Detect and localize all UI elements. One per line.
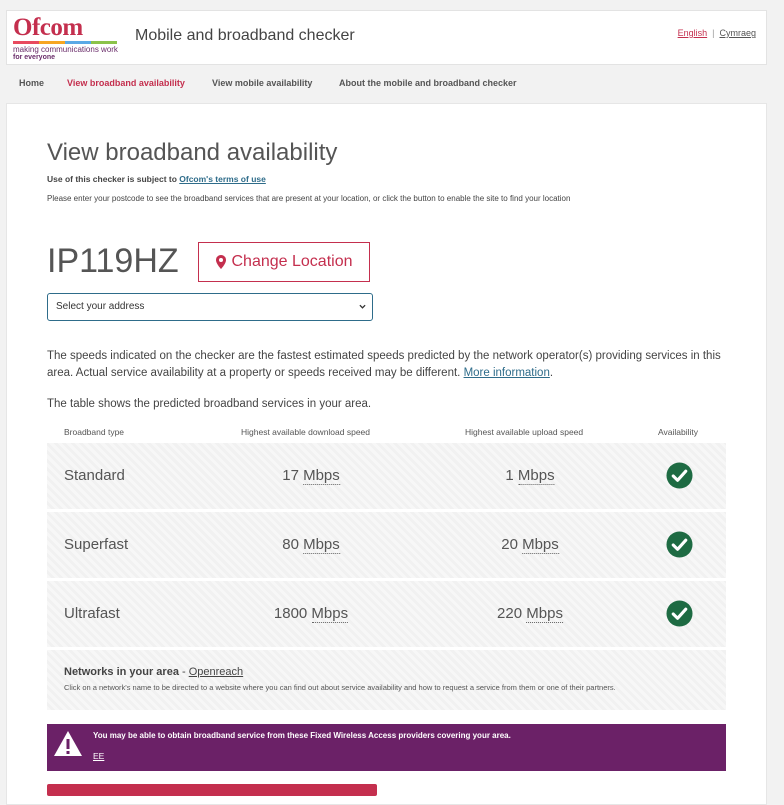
logo-tagline: making communications work (13, 45, 118, 54)
main-content: View broadband availability Use of this … (6, 103, 767, 805)
lang-english-link[interactable]: English (678, 28, 708, 38)
row-upload: 20 Mbps (501, 536, 559, 554)
row-download: 17 Mbps (282, 467, 340, 485)
check-circle-icon (666, 462, 693, 489)
app-title: Mobile and broadband checker (135, 27, 355, 44)
speeds-disclaimer-text: The speeds indicated on the checker are … (47, 350, 721, 379)
row-download: 80 Mbps (282, 536, 340, 554)
row-upload: 220 Mbps (497, 605, 563, 623)
table-row: Ultrafast 1800 Mbps 220 Mbps (47, 581, 726, 647)
address-select-value: Select your address (56, 301, 145, 312)
broadband-table: Broadband type Highest available downloa… (47, 421, 726, 710)
speed-unit[interactable]: Mbps (522, 536, 559, 554)
lang-welsh-link[interactable]: Cymraeg (719, 28, 756, 38)
logo-tagline-2: for everyone (13, 54, 56, 61)
check-circle-icon (666, 531, 693, 558)
nav-view-mobile[interactable]: View mobile availability (212, 78, 312, 88)
networks-dash: - (178, 666, 189, 678)
networks-heading: Networks in your area (64, 666, 179, 678)
map-marker-icon (215, 255, 226, 269)
nav-view-broadband[interactable]: View broadband availability (67, 78, 185, 88)
download-value: 80 (282, 536, 299, 553)
postcode-display: IP119HZ (47, 242, 179, 280)
fwa-message: You may be able to obtain broadband serv… (93, 731, 511, 740)
speed-unit[interactable]: Mbps (517, 467, 555, 485)
header-broadband-type: Broadband type (64, 427, 125, 437)
chevron-down-icon (359, 304, 366, 309)
row-upload: 1 Mbps (505, 467, 555, 485)
upload-value: 1 (505, 467, 514, 484)
nav-home[interactable]: Home (19, 78, 44, 88)
download-value: 17 (282, 467, 299, 484)
nav-about-checker[interactable]: About the mobile and broadband checker (339, 78, 517, 88)
logo-color-bar (13, 41, 117, 44)
ofcom-logo[interactable]: Ofcom making communications work for eve… (13, 14, 123, 61)
table-intro: The table shows the predicted broadband … (47, 398, 372, 410)
lang-separator: | (712, 28, 715, 38)
row-type: Standard (64, 467, 125, 484)
row-type: Ultrafast (64, 605, 120, 622)
networks-label: Networks in your area - Openreach (64, 666, 243, 678)
download-value: 1800 (273, 605, 308, 622)
table-row: Standard 17 Mbps 1 Mbps (47, 443, 726, 509)
row-type: Superfast (64, 536, 129, 553)
header-upload-speed: Highest available upload speed (465, 427, 584, 437)
change-location-button[interactable]: Change Location (198, 242, 370, 282)
terms-prefix: Use of this checker is subject to (47, 174, 180, 184)
site-header: Ofcom making communications work for eve… (6, 10, 767, 65)
change-location-label: Change Location (231, 253, 353, 270)
table-row: Superfast 80 Mbps 20 Mbps (47, 512, 726, 578)
check-circle-icon (666, 600, 693, 627)
networks-hint: Click on a network's name to be directed… (64, 683, 616, 692)
terms-notice: Use of this checker is subject to Ofcom'… (47, 174, 266, 184)
speed-unit[interactable]: Mbps (303, 467, 340, 485)
partial-action-button[interactable] (47, 784, 377, 796)
speed-unit[interactable]: Mbps (303, 536, 340, 554)
terms-of-use-link[interactable]: Ofcom's terms of use (179, 174, 266, 184)
page-title: View broadband availability (47, 139, 338, 166)
upload-value: 220 (497, 605, 523, 622)
row-download: 1800 Mbps (273, 605, 349, 623)
network-link-openreach[interactable]: Openreach (189, 666, 243, 678)
warning-icon (54, 731, 82, 756)
language-switcher: English | Cymraeg (678, 28, 756, 38)
table-header: Broadband type Highest available downloa… (47, 421, 726, 443)
main-nav: Home View broadband availability View mo… (6, 64, 765, 102)
speed-unit[interactable]: Mbps (311, 605, 349, 623)
header-availability: Availability (658, 427, 699, 437)
speeds-disclaimer: The speeds indicated on the checker are … (47, 348, 727, 382)
instructions-text: Please enter your postcode to see the br… (47, 194, 571, 203)
fwa-provider-link[interactable]: EE (93, 751, 104, 761)
address-select[interactable]: Select your address (47, 293, 373, 321)
networks-row: Networks in your area - Openreach Click … (47, 650, 726, 710)
header-download-speed: Highest available download speed (241, 427, 371, 437)
speed-unit[interactable]: Mbps (526, 605, 563, 623)
fwa-notice: You may be able to obtain broadband serv… (47, 724, 726, 771)
logo-wordmark: Ofcom (13, 14, 83, 41)
speeds-disclaimer-period: . (549, 367, 554, 379)
more-information-link[interactable]: More information (464, 367, 550, 379)
upload-value: 20 (501, 536, 518, 553)
